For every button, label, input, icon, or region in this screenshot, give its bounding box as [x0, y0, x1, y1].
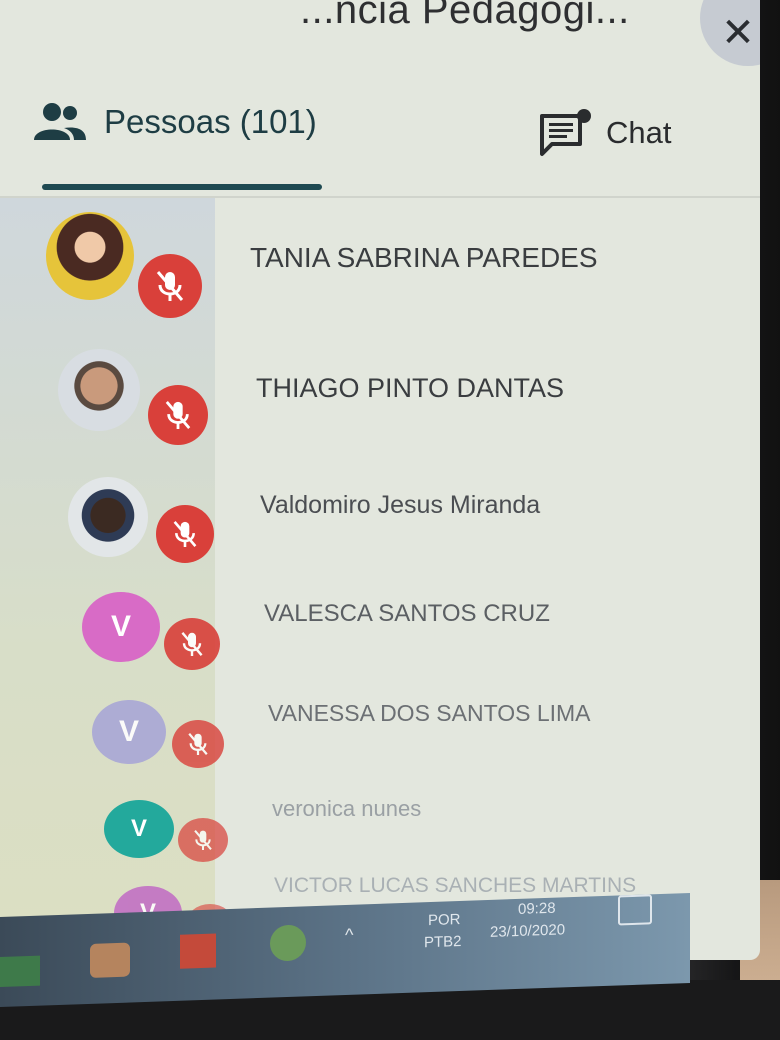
tab-chat-label: Chat [606, 115, 672, 150]
participant-avatar-initial: V [92, 700, 166, 764]
chevron-up-icon[interactable]: ^ [345, 925, 353, 946]
active-tab-indicator [42, 184, 322, 190]
clock-date[interactable]: 23/10/2020 [490, 921, 565, 941]
app-icon[interactable] [180, 933, 216, 969]
keyboard-layout[interactable]: PTB2 [424, 933, 462, 951]
mic-off-icon [148, 385, 208, 445]
people-icon [34, 103, 86, 140]
tab-people-label: Pessoas (101) [104, 103, 317, 140]
participant-row[interactable]: TANIA SABRINA PAREDES [0, 208, 760, 318]
tab-people[interactable]: Pessoas (101) [30, 100, 317, 144]
notifications-icon[interactable] [618, 894, 652, 926]
participant-row[interactable]: V VALESCA SANTOS CRUZ [0, 590, 760, 700]
clock-time[interactable]: 09:28 [518, 900, 556, 918]
panel-tabs: Pessoas (101) Chat [0, 90, 760, 200]
mic-off-icon [156, 505, 214, 563]
mic-off-icon [138, 254, 202, 318]
participant-row[interactable]: V VANESSA DOS SANTOS LIMA [0, 696, 760, 806]
participant-avatar-initial: V [82, 592, 160, 662]
participant-avatar-photo [58, 349, 140, 431]
start-icon[interactable] [0, 955, 40, 988]
participant-name: Valdomiro Jesus Miranda [260, 491, 541, 519]
participant-name: TANIA SABRINA PAREDES [250, 242, 598, 273]
chat-icon [540, 109, 591, 156]
folder-icon[interactable] [90, 942, 130, 978]
mic-off-icon [172, 720, 224, 768]
tab-chat[interactable]: Chat [538, 108, 671, 158]
participant-name: veronica nunes [272, 796, 422, 821]
close-panel-button[interactable]: ✕ [700, 0, 760, 66]
participant-name: VICTOR LUCAS SANCHES MARTINS [274, 874, 637, 897]
close-icon: ✕ [721, 11, 755, 55]
input-language[interactable]: POR [428, 911, 461, 929]
meeting-title: ...ncia Pedagógi... [300, 0, 630, 32]
screen: ...ncia Pedagógi... ✕ Pessoas (101) Chat… [0, 0, 780, 1040]
participant-name: THIAGO PINTO DANTAS [256, 373, 565, 403]
participant-avatar-photo [46, 212, 134, 300]
chrome-icon[interactable] [270, 924, 306, 962]
participant-avatar-initial: V [104, 800, 174, 858]
mic-off-icon [164, 618, 220, 670]
people-panel: ...ncia Pedagógi... ✕ Pessoas (101) Chat… [0, 0, 760, 960]
participant-avatar-photo [68, 477, 148, 557]
mic-off-icon [178, 818, 228, 862]
participant-name: VALESCA SANTOS CRUZ [264, 600, 550, 627]
participant-list[interactable]: TANIA SABRINA PAREDES THIAGO PINTO DANTA… [0, 198, 760, 960]
participant-row[interactable]: Valdomiro Jesus Miranda [0, 473, 760, 583]
participant-row[interactable]: THIAGO PINTO DANTAS [0, 343, 760, 453]
participant-name: VANESSA DOS SANTOS LIMA [268, 700, 591, 726]
